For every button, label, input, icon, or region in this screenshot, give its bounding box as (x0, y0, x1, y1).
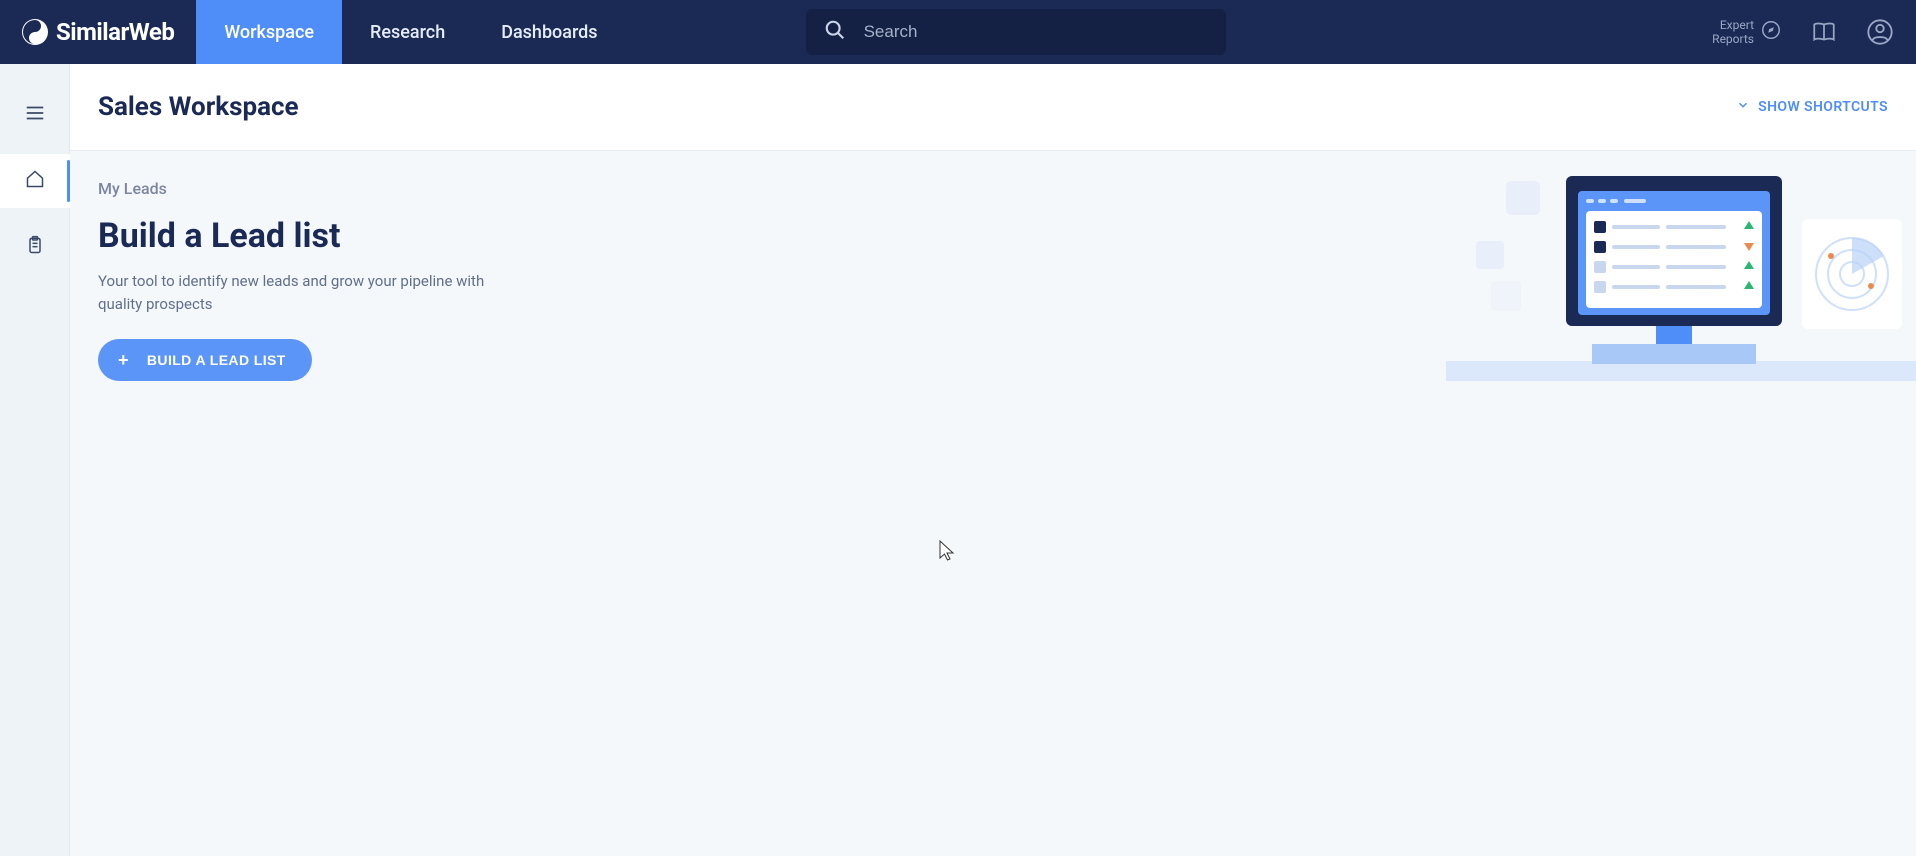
home-icon (25, 169, 45, 193)
nav-tab-label: Research (370, 22, 445, 43)
build-lead-list-button[interactable]: + BUILD A LEAD LIST (98, 339, 312, 381)
brand-logo[interactable]: SimilarWeb (0, 18, 196, 46)
user-avatar-icon[interactable] (1866, 18, 1894, 46)
sidebar-item-clipboard[interactable] (0, 220, 70, 274)
book-icon[interactable] (1810, 18, 1838, 46)
content-area: My Leads Build a Lead list Your tool to … (70, 151, 1916, 856)
main-nav: Workspace Research Dashboards (196, 0, 625, 64)
clipboard-icon (25, 235, 45, 259)
expert-reports-line2: Reports (1712, 32, 1754, 46)
topbar-right: Expert Reports (1712, 18, 1916, 47)
topbar: SimilarWeb Workspace Research Dashboards… (0, 0, 1916, 64)
expert-reports-line1: Expert (1712, 18, 1754, 32)
left-sidebar (0, 64, 70, 856)
main-content: Sales Workspace SHOW SHORTCUTS My Leads … (70, 64, 1916, 856)
expert-reports-button[interactable]: Expert Reports (1712, 18, 1782, 47)
search-box[interactable] (806, 9, 1226, 55)
page-title: Sales Workspace (98, 92, 299, 122)
compass-icon (1760, 19, 1782, 44)
show-shortcuts-button[interactable]: SHOW SHORTCUTS (1736, 98, 1888, 116)
mouse-cursor-icon (939, 540, 957, 566)
hamburger-icon (24, 102, 46, 128)
search-input[interactable] (864, 22, 1208, 42)
nav-tab-research[interactable]: Research (342, 0, 473, 64)
plus-icon: + (118, 351, 129, 369)
cta-label: BUILD A LEAD LIST (147, 352, 286, 368)
sidebar-toggle[interactable] (0, 88, 70, 142)
hero-title: Build a Lead list (98, 216, 1888, 256)
nav-tab-label: Dashboards (501, 22, 597, 43)
hero-illustration (1446, 171, 1916, 381)
brand-logo-icon (22, 19, 48, 45)
search-icon (824, 19, 846, 45)
hero-description: Your tool to identify new leads and grow… (98, 270, 518, 315)
page-header: Sales Workspace SHOW SHORTCUTS (70, 64, 1916, 151)
section-label-my-leads: My Leads (98, 179, 1888, 198)
shortcuts-label: SHOW SHORTCUTS (1758, 99, 1888, 115)
nav-tab-dashboards[interactable]: Dashboards (473, 0, 625, 64)
chevron-down-icon (1736, 98, 1750, 116)
sidebar-item-home[interactable] (0, 154, 70, 208)
brand-name: SimilarWeb (56, 18, 174, 46)
nav-tab-label: Workspace (224, 22, 314, 43)
nav-tab-workspace[interactable]: Workspace (196, 0, 342, 64)
